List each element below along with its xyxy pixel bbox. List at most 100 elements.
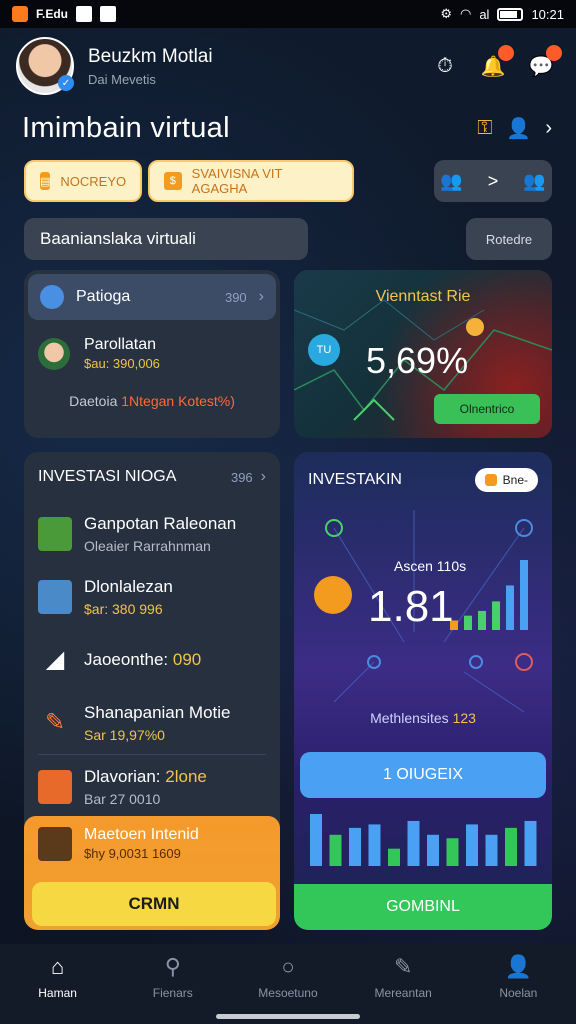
node-icon-4 (469, 655, 483, 669)
nav-item-fienars[interactable]: ⚲ Fienars (123, 954, 223, 1000)
chip-separator: > (487, 170, 499, 191)
home-indicator (216, 1014, 360, 1019)
card-title: Vienntast Rie (375, 288, 471, 305)
item-sub: Sar 19,97%0 (84, 726, 165, 743)
list-item[interactable]: Ganpotan Raleonan Oleaier Rarrahnman (24, 502, 280, 565)
chart-bar-bottom (524, 820, 537, 866)
chip-icons[interactable]: 👥 > 👥 (434, 160, 552, 202)
search-field[interactable]: Baanianslaka virtuali (24, 218, 308, 260)
chart-bar-bottom (446, 838, 459, 866)
chart-subtitle: Methlensites 123 (370, 710, 476, 726)
chart-bar-bottom (407, 820, 420, 866)
nav-label: Mesoetuno (258, 986, 318, 1000)
olnentrico-button[interactable]: Olnentrico (434, 394, 540, 424)
app-icon (12, 6, 28, 22)
notification-badge (498, 45, 514, 61)
chevron-right-icon[interactable]: › (545, 117, 552, 140)
person-thumb (38, 516, 72, 551)
card-vienntast: Vienntast Rie TU 5,69% Olnentrico (294, 270, 552, 438)
search-icon: ⚲ (164, 954, 181, 979)
card-investakin: INVESTAKIN Bne- Ascen 110s 1.81 Methlens… (294, 452, 552, 930)
list-item[interactable]: Dlavorian: 2lone Bar 27 0010 (24, 755, 280, 818)
big-value: 1.81 (368, 582, 454, 631)
chip-label: Bne- (502, 473, 528, 487)
person-icon[interactable]: 👤 (506, 116, 531, 141)
notifications-icon[interactable]: 🔔 (478, 45, 514, 81)
gombinl-button[interactable]: GOMBINL (294, 884, 552, 930)
timer-icon[interactable]: ⏱ (430, 51, 460, 81)
chart-bar-bottom (505, 827, 517, 866)
promo-thumb (38, 826, 72, 861)
person-icon (40, 285, 64, 309)
chart-bar-bottom (368, 824, 381, 866)
nav-item-mesoetuno[interactable]: ○ Mesoetuno (238, 954, 338, 1000)
item-sub: Bar 27 0010 (84, 790, 161, 807)
user-name: Beuzkm Motlai (88, 45, 213, 67)
key-icon[interactable]: ⚿ (477, 117, 492, 140)
list-item[interactable]: ◢ Jaoeonthe: 090 (24, 628, 280, 691)
chip-svaivisna[interactable]: $ SVAIVISNA VIT AGAGHA (148, 160, 354, 202)
profile-icon: 👤 (504, 954, 533, 979)
item-name: Shanapanian Motie (84, 702, 231, 722)
chevron-right-icon: › (260, 468, 266, 485)
notification-icon (76, 6, 92, 22)
group-icon: 👥 (440, 170, 463, 191)
nav-label: Noelan (499, 986, 538, 1000)
patioga-row[interactable]: Patioga 390 › (28, 274, 276, 320)
item-name: Jaoeonthe: 090 (84, 649, 202, 669)
chevron-right-icon: › (258, 288, 264, 305)
nav-item-noelan[interactable]: 👤 Noelan (468, 954, 568, 1000)
chip-icon: ▤ (40, 172, 51, 190)
chart-bar (478, 610, 486, 630)
bne-chip[interactable]: Bne- (474, 468, 538, 492)
nav-item-mereantan[interactable]: ✎ Mereantan (353, 954, 453, 1000)
item-highlight: 090 (172, 649, 202, 669)
promo-name: Maetoen Intenid (84, 826, 199, 843)
chart-bar-bottom (310, 814, 322, 866)
nav-label: Haman (38, 986, 77, 1000)
edit-icon: ✎ (393, 954, 413, 979)
list-item[interactable]: Parollatan $au: 390,006 (24, 324, 280, 371)
avatar (38, 337, 70, 370)
settings-status-icon: ⚙ (440, 6, 452, 21)
coin-icon (466, 318, 484, 336)
chart-bar (464, 615, 472, 630)
coin-icon (314, 576, 352, 614)
nav-label: Fienars (152, 986, 193, 1000)
nav-label: Mereantan (374, 986, 432, 1000)
list-item[interactable]: ✎ Shanapanian Motie Sar 19,97%0 (24, 691, 280, 754)
messages-icon[interactable]: 💬 (526, 45, 562, 81)
search-button[interactable]: Rotedre (466, 218, 552, 260)
card-patioga: Patioga 390 › Parollatan $au: 390,006 Da… (24, 270, 280, 438)
item-name: Ganpotan Raleonan (84, 513, 237, 533)
chart-bar-bottom (485, 834, 498, 866)
patioga-amount: 390 (224, 289, 247, 305)
chip-label: NOCREYO (60, 173, 127, 189)
notification-icon-2 (100, 6, 116, 22)
nav-item-haman[interactable]: ⌂ Haman (8, 954, 108, 1000)
crmn-button[interactable]: CRMN (32, 882, 276, 926)
card-amount: 396 (230, 469, 253, 485)
chart-bar (520, 560, 528, 630)
message-badge (546, 45, 562, 61)
card-header: INVESTAKIN Bne- (294, 452, 552, 508)
person-thumb (38, 579, 72, 614)
card-footer: Daetoia 1Ntegan Kotest%) (24, 393, 280, 409)
item-name: Dlavorian: 2lone (84, 766, 207, 786)
chart-bar-bottom (349, 827, 361, 866)
list-item[interactable]: Dlonlalezan $ar: 380 996 (24, 565, 280, 628)
footer-highlight: 1Ntegan Kotest%) (121, 393, 235, 409)
rocket-icon: ✎ (44, 709, 66, 736)
item-name: Dlonlalezan (84, 576, 173, 596)
wallet-icon (38, 769, 72, 804)
status-bar: F.Edu ⚙ ◠ al 10:21 (0, 0, 576, 28)
item-highlight: 2lone (165, 766, 207, 786)
promo-sub: $hy 9,0031 1609 (84, 846, 181, 861)
user-info: Beuzkm Motlai Dai Mevetis (88, 46, 430, 87)
percent-value: 5,69% (366, 340, 469, 381)
oiugeix-button[interactable]: 1 OIUGEIX (300, 752, 546, 798)
coin-icon: $ (164, 172, 182, 190)
chip-nocreyo[interactable]: ▤ NOCREYO (24, 160, 142, 202)
avatar[interactable]: ✓ (16, 37, 74, 95)
card-header[interactable]: INVESTASI NIOGA 396 › (24, 452, 280, 502)
